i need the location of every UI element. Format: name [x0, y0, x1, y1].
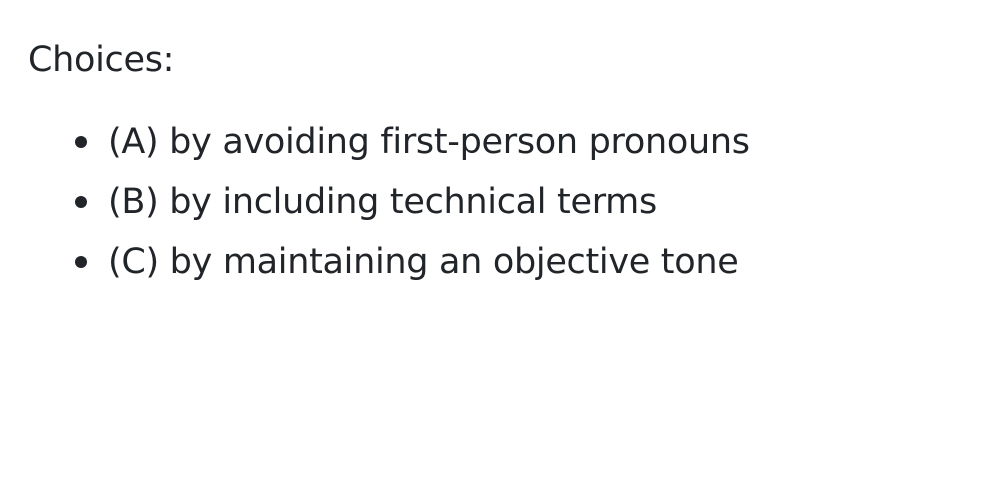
- choice-label[interactable]: (B) by including technical terms: [108, 180, 657, 224]
- bullet-icon: [75, 196, 87, 208]
- choice-label[interactable]: (A) by avoiding first-person pronouns: [108, 120, 750, 164]
- page: Choices: (A) by avoiding first-person pr…: [0, 0, 1000, 500]
- choice-label[interactable]: (C) by maintaining an objective tone: [108, 240, 739, 284]
- bullet-icon: [75, 256, 87, 268]
- choices-heading: Choices:: [28, 40, 175, 80]
- bullet-icon: [75, 136, 87, 148]
